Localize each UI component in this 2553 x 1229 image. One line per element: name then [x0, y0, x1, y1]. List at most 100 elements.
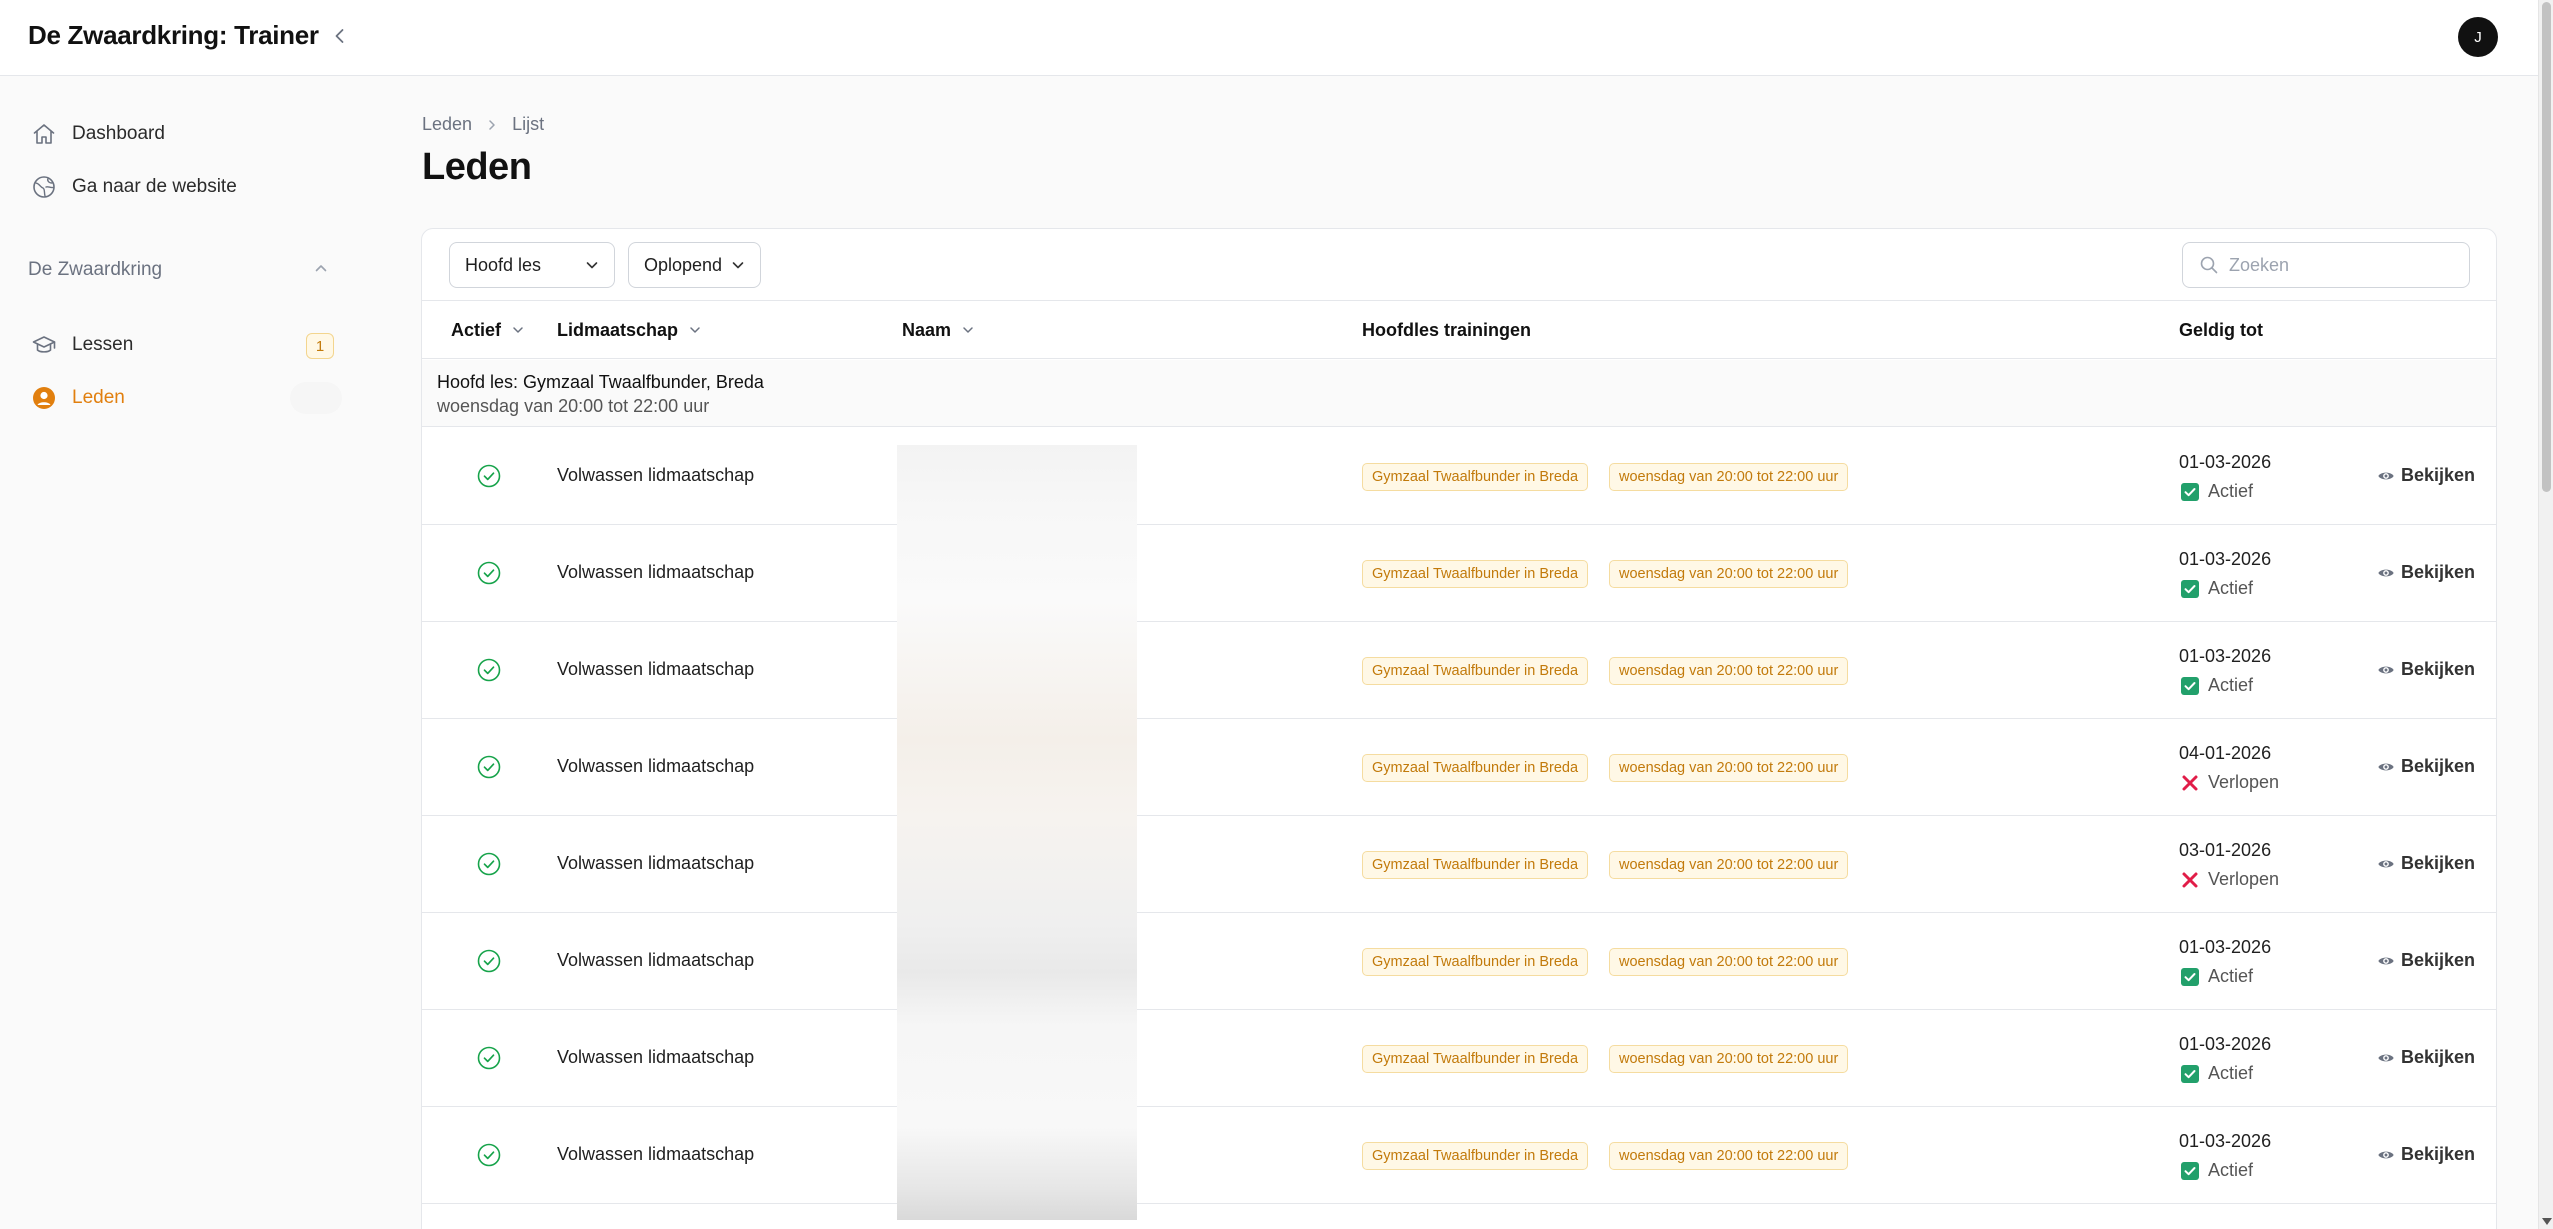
globe-icon: [30, 173, 58, 201]
sidebar-item-label: Lessen: [72, 334, 134, 355]
top-bar: De Zwaardkring: Trainer J: [0, 0, 2538, 76]
view-button[interactable]: Bekijken: [2377, 562, 2475, 583]
schedule-tag: woensdag van 20:00 tot 22:00 uur: [1609, 1045, 1849, 1073]
column-header-naam[interactable]: Naam: [902, 301, 975, 359]
sort-direction-select[interactable]: Oplopend: [628, 242, 761, 288]
sidebar-item-dashboard[interactable]: Dashboard: [18, 112, 348, 156]
eye-icon: [2377, 1049, 2395, 1067]
checkbox-checked-icon: [2181, 676, 2199, 695]
schedule-tag: woensdag van 20:00 tot 22:00 uur: [1609, 560, 1849, 588]
column-header-geldig-tot: Geldig tot: [2179, 301, 2263, 359]
membership-type: Volwassen lidmaatschap: [557, 1047, 755, 1067]
sort-chevron-icon[interactable]: [961, 323, 975, 337]
column-header-label: Actief: [451, 319, 502, 340]
membership-type: Volwassen lidmaatschap: [557, 853, 755, 873]
location-tag: Gymzaal Twaalfbunder in Breda: [1362, 657, 1589, 685]
search-icon: [2199, 255, 2219, 280]
user-avatar[interactable]: J: [2458, 17, 2498, 57]
membership-type: Volwassen lidmaatschap: [557, 465, 755, 485]
column-header-hoofdles-trainingen: Hoofdles trainingen: [1362, 301, 1531, 359]
sidebar-item-label: Dashboard: [72, 123, 165, 144]
active-check-icon: [476, 1045, 502, 1076]
valid-until-date: 01-03-2026: [2179, 1131, 2272, 1151]
active-check-icon: [476, 657, 502, 688]
active-check-icon: [476, 463, 502, 494]
eye-icon: [2377, 758, 2395, 776]
membership-type: Volwassen lidmaatschap: [557, 562, 755, 582]
eye-icon: [2377, 661, 2395, 679]
membership-type: Volwassen lidmaatschap: [557, 950, 755, 970]
view-button[interactable]: Bekijken: [2377, 756, 2475, 777]
view-button[interactable]: Bekijken: [2377, 659, 2475, 680]
search-input[interactable]: [2229, 252, 2449, 278]
view-button[interactable]: Bekijken: [2377, 853, 2475, 874]
cross-icon: [2181, 871, 2199, 889]
table-row[interactable]: Volwassen lidmaatschap Gymzaal Twaalfbun…: [422, 1010, 2496, 1107]
membership-type: Volwassen lidmaatschap: [557, 659, 755, 679]
view-button[interactable]: Bekijken: [2377, 1144, 2475, 1165]
location-tag: Gymzaal Twaalfbunder in Breda: [1362, 1142, 1589, 1170]
status-label: Actief: [2208, 675, 2254, 695]
schedule-tag: woensdag van 20:00 tot 22:00 uur: [1609, 463, 1849, 491]
view-button[interactable]: Bekijken: [2377, 1047, 2475, 1068]
table-row[interactable]: Volwassen lidmaatschap Gymzaal Twaalfbun…: [422, 622, 2496, 719]
status-label: Actief: [2208, 1160, 2254, 1180]
sidebar-item-lessen[interactable]: Lessen 1: [18, 323, 348, 367]
column-header-actief[interactable]: Actief: [451, 301, 525, 359]
group-subtitle: woensdag van 20:00 tot 22:00 uur: [437, 396, 710, 416]
scroll-down-arrow-icon[interactable]: [2542, 1218, 2552, 1225]
membership-status: Verlopen: [2181, 869, 2279, 890]
active-check-icon: [476, 754, 502, 785]
sidebar-item-website[interactable]: Ga naar de website: [18, 165, 348, 209]
location-tag: Gymzaal Twaalfbunder in Breda: [1362, 754, 1589, 782]
breadcrumb-link-leden[interactable]: Leden: [422, 114, 472, 135]
scrollbar-thumb[interactable]: [2542, 2, 2551, 492]
breadcrumb: Leden Lijst: [422, 114, 544, 135]
table-row[interactable]: Volwassen lidmaatschap Gymzaal Twaalfbun…: [422, 1107, 2496, 1204]
sort-chevron-icon[interactable]: [688, 323, 702, 337]
valid-until-date: 01-03-2026: [2179, 646, 2272, 666]
view-button[interactable]: Bekijken: [2377, 465, 2475, 486]
view-button-label: Bekijken: [2401, 659, 2476, 679]
group-by-select[interactable]: Hoofd les: [449, 242, 615, 288]
location-tag: Gymzaal Twaalfbunder in Breda: [1362, 560, 1589, 588]
table-row[interactable]: Volwassen lidmaatschap Gymzaal Twaalfbun…: [422, 428, 2496, 525]
view-button[interactable]: Bekijken: [2377, 950, 2475, 971]
schedule-tag: woensdag van 20:00 tot 22:00 uur: [1609, 851, 1849, 879]
column-header-lidmaatschap[interactable]: Lidmaatschap: [557, 301, 702, 359]
eye-icon: [2377, 564, 2395, 582]
table-row[interactable]: Volwassen lidmaatschap Gymzaal Twaalfbun…: [422, 913, 2496, 1010]
cross-icon: [2181, 774, 2199, 792]
location-tag: Gymzaal Twaalfbunder in Breda: [1362, 851, 1589, 879]
view-button-label: Bekijken: [2401, 1144, 2476, 1164]
search-box[interactable]: [2182, 242, 2470, 288]
sidebar-item-label: Leden: [72, 387, 125, 408]
schedule-tag: woensdag van 20:00 tot 22:00 uur: [1609, 754, 1849, 782]
sidebar-item-leden[interactable]: Leden: [18, 376, 348, 420]
chevron-right-icon: [486, 119, 498, 131]
active-check-icon: [476, 1142, 502, 1173]
table-header: Actief Lidmaatschap Naam Hoofdles traini…: [422, 301, 2496, 359]
chevron-up-icon[interactable]: [313, 260, 329, 281]
view-button-label: Bekijken: [2401, 756, 2476, 776]
status-label: Verlopen: [2208, 869, 2280, 889]
collapse-sidebar-button[interactable]: [326, 22, 354, 50]
status-label: Actief: [2208, 481, 2254, 501]
user-circle-icon: [30, 384, 58, 412]
membership-status: Actief: [2181, 966, 2253, 987]
page-scrollbar[interactable]: [2538, 0, 2553, 1229]
table-row[interactable]: Volwassen lidmaatschap Gymzaal Twaalfbun…: [422, 719, 2496, 816]
valid-until-date: 01-03-2026: [2179, 1034, 2272, 1054]
table-row[interactable]: Volwassen lidmaatschap Gymzaal Twaalfbun…: [422, 525, 2496, 622]
location-tag: Gymzaal Twaalfbunder in Breda: [1362, 948, 1589, 976]
active-check-icon: [476, 851, 502, 882]
table-row[interactable]: Volwassen lidmaatschap Gymzaal Twaalfbun…: [422, 816, 2496, 913]
eye-icon: [2377, 952, 2395, 970]
membership-status: Actief: [2181, 1160, 2253, 1181]
view-button-label: Bekijken: [2401, 1047, 2476, 1067]
sort-chevron-icon[interactable]: [511, 323, 525, 337]
view-button-label: Bekijken: [2401, 853, 2476, 873]
checkbox-checked-icon: [2181, 967, 2199, 986]
view-button-label: Bekijken: [2401, 950, 2476, 970]
lessons-count-badge: 1: [306, 333, 334, 359]
